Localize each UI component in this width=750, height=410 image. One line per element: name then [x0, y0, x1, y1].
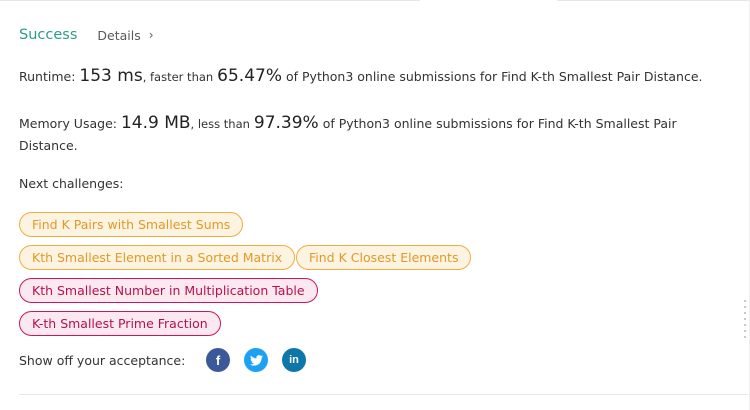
- share-label: Show off your acceptance:: [19, 353, 186, 368]
- runtime-suffix: of Python3 online submissions for Find K…: [285, 69, 703, 84]
- memory-label: Memory Usage:: [19, 116, 117, 131]
- challenge-chip-medium[interactable]: Find K Closest Elements: [296, 245, 472, 270]
- challenge-chip-hard[interactable]: K-th Smallest Prime Fraction: [19, 311, 221, 336]
- status-label: Success: [19, 27, 78, 43]
- memory-percent: 97.39%: [253, 113, 319, 133]
- facebook-glyph: f: [215, 352, 221, 368]
- runtime-comparison: , faster than: [142, 70, 214, 84]
- challenge-chip-hard[interactable]: Kth Smallest Number in Multiplication Ta…: [19, 278, 318, 303]
- runtime-percent: 65.47%: [217, 66, 282, 86]
- facebook-icon[interactable]: f: [206, 348, 230, 372]
- memory-line: Memory Usage: 14.9 MB, less than 97.39% …: [19, 112, 719, 157]
- twitter-icon[interactable]: [244, 348, 268, 372]
- submission-result-panel: Success Details › Runtime: 153 ms, faste…: [0, 0, 750, 410]
- bottom-divider: [19, 394, 748, 395]
- top-border: [0, 0, 420, 1]
- challenge-chip-medium[interactable]: Find K Pairs with Smallest Sums: [19, 212, 244, 237]
- runtime-line: Runtime: 153 ms, faster than 65.47% of P…: [19, 66, 703, 86]
- memory-value: 14.9 MB: [120, 113, 191, 133]
- top-border: [557, 0, 750, 1]
- runtime-value: 153 ms: [79, 66, 143, 86]
- resize-handle[interactable]: [744, 300, 748, 338]
- chevron-right-icon: ›: [148, 28, 154, 42]
- memory-suffix: of Python3 online submissions for Find K…: [19, 116, 677, 153]
- details-link[interactable]: Details ›: [97, 28, 153, 43]
- result-header: Success Details ›: [19, 27, 154, 43]
- runtime-label: Runtime:: [19, 69, 76, 84]
- linkedin-icon[interactable]: in: [282, 348, 306, 372]
- next-challenges-label: Next challenges:: [19, 176, 124, 191]
- memory-comparison: , less than: [190, 117, 250, 131]
- challenge-chip-medium[interactable]: Kth Smallest Element in a Sorted Matrix: [19, 245, 296, 270]
- linkedin-glyph: in: [289, 354, 299, 366]
- details-label: Details: [97, 27, 141, 43]
- twitter-bird-icon: [249, 354, 263, 366]
